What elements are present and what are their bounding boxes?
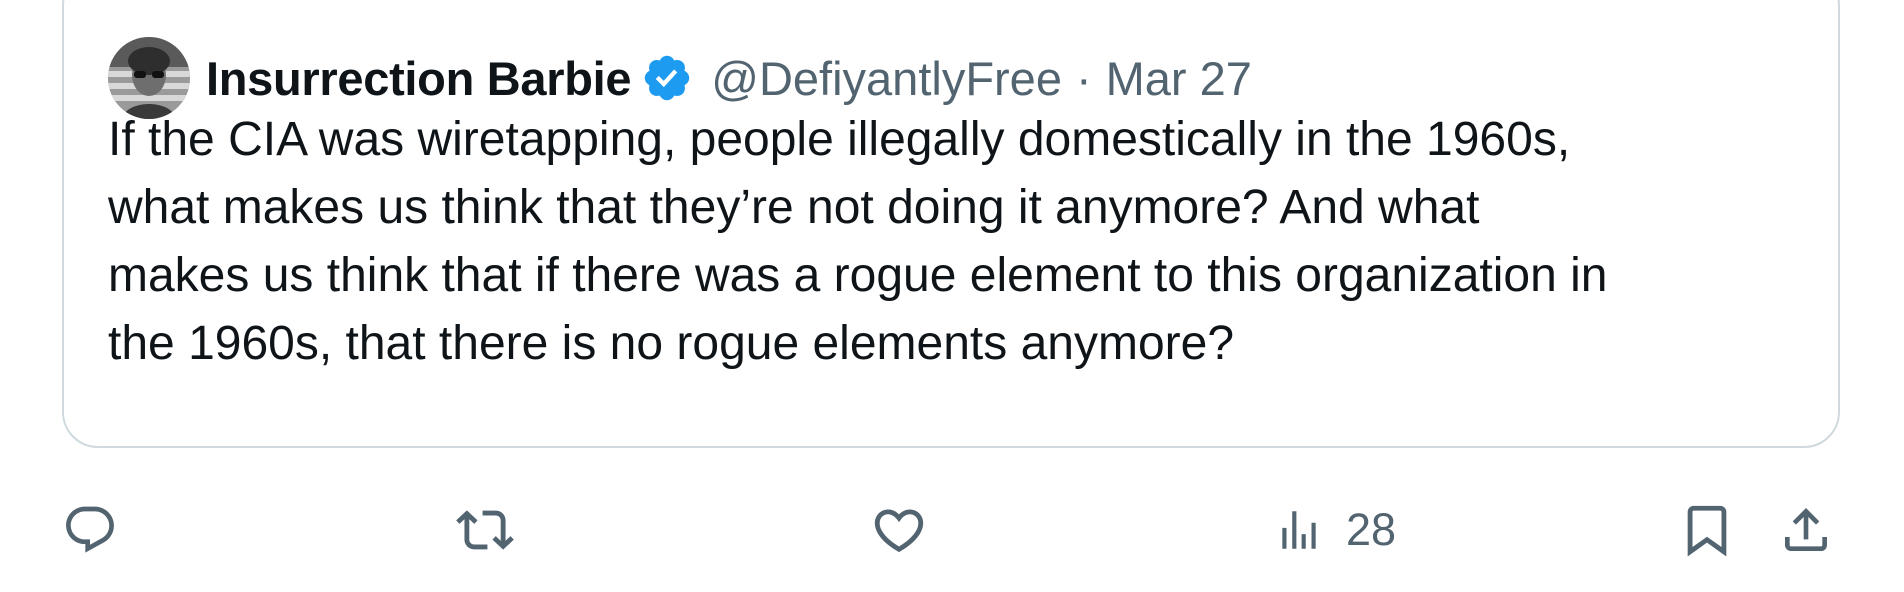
views-count: 28: [1346, 504, 1397, 555]
bookmark-button[interactable]: [1678, 490, 1736, 570]
tweet-action-bar: 28: [0, 490, 1904, 570]
author-handle[interactable]: @DefiyantlyFree: [711, 51, 1062, 106]
display-name[interactable]: Insurrection Barbie: [206, 51, 632, 106]
like-button[interactable]: [870, 490, 928, 570]
quoted-tweet-card[interactable]: Insurrection Barbie @DefiyantlyFree · Ma…: [62, 0, 1840, 448]
views-button[interactable]: 28: [1274, 490, 1396, 570]
views-icon: [1274, 505, 1324, 555]
repost-icon: [456, 501, 514, 559]
bookmark-icon: [1678, 501, 1736, 559]
share-button[interactable]: [1778, 490, 1834, 570]
verified-badge-icon[interactable]: [641, 52, 693, 104]
reply-icon: [62, 502, 118, 558]
separator-dot: ·: [1075, 51, 1092, 105]
share-icon: [1778, 502, 1834, 558]
heart-icon: [870, 501, 928, 559]
tweet-view: Insurrection Barbie @DefiyantlyFree · Ma…: [0, 0, 1904, 592]
reply-button[interactable]: [62, 490, 118, 570]
quoted-tweet-text: If the CIA was wiretapping, people illeg…: [108, 113, 1608, 370]
post-date[interactable]: Mar 27: [1106, 51, 1252, 106]
repost-button[interactable]: [456, 490, 514, 570]
